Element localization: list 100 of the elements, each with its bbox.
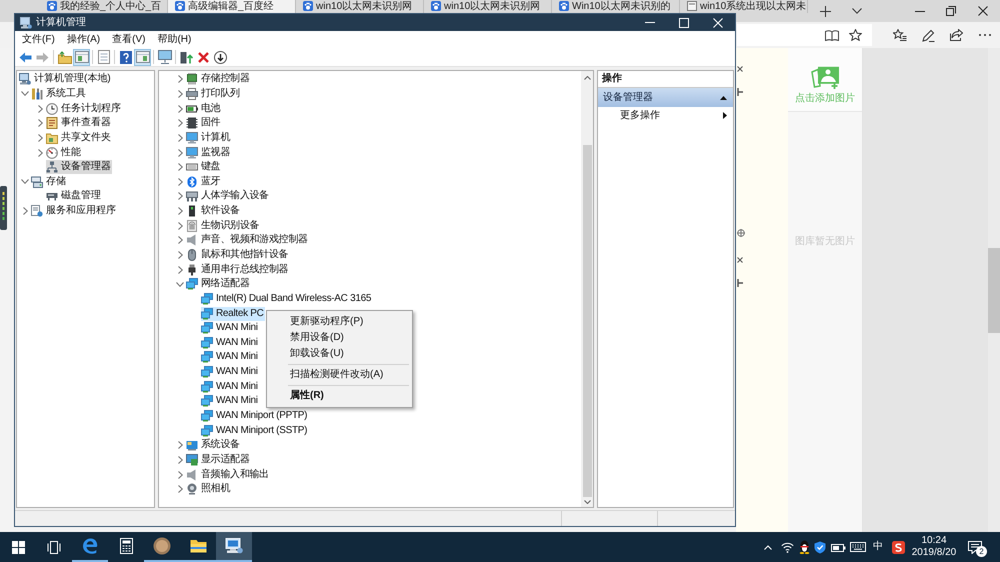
- tree-item[interactable]: 固件: [186, 116, 222, 130]
- toolbar-button[interactable]: [117, 48, 134, 66]
- keyboard-icon[interactable]: [850, 542, 866, 552]
- tree-item[interactable]: 系统工具: [31, 86, 87, 101]
- tree-item[interactable]: 显示适配器: [186, 452, 251, 467]
- menu-item[interactable]: 文件(F): [16, 31, 61, 48]
- chevron-right-icon[interactable]: [38, 104, 42, 113]
- battery-icon[interactable]: [830, 542, 846, 552]
- tree-item[interactable]: WAN Mini: [201, 394, 259, 408]
- chevron-right-icon[interactable]: [178, 441, 182, 450]
- chevron-right-icon[interactable]: [38, 134, 42, 142]
- clock-button[interactable]: 10:24 2019/8/20: [908, 532, 960, 562]
- tree-item[interactable]: 共享文件夹: [46, 130, 112, 145]
- tree-item[interactable]: 键盘: [186, 160, 222, 174]
- scroll-up-icon[interactable]: [584, 76, 590, 80]
- chevron-right-icon[interactable]: [38, 148, 42, 157]
- chevron-right-icon[interactable]: [38, 119, 42, 128]
- chevron-right-icon[interactable]: [178, 470, 182, 479]
- book-icon[interactable]: [825, 30, 839, 40]
- tree-item[interactable]: Realtek PC: [201, 306, 265, 321]
- tree-item[interactable]: 打印队列: [186, 86, 241, 101]
- shield-icon[interactable]: [814, 540, 826, 554]
- chevron-right-icon[interactable]: [178, 266, 182, 274]
- tree-item[interactable]: WAN Miniport (PPTP): [201, 409, 308, 424]
- tree-item[interactable]: Intel(R) Dual Band Wireless-AC 3165: [201, 292, 372, 306]
- tree-item[interactable]: WAN Mini: [201, 365, 259, 380]
- tree-item[interactable]: WAN Mini: [201, 321, 259, 336]
- action-item[interactable]: 更多操作: [598, 107, 733, 124]
- browser-tab[interactable]: 高级编辑器_百度经: [168, 0, 296, 13]
- tree-item[interactable]: 音频输入和输出: [186, 468, 270, 482]
- chevron-right-icon[interactable]: [178, 134, 182, 142]
- chevron-right-icon[interactable]: [178, 251, 182, 259]
- scrollbar-thumb[interactable]: [582, 145, 592, 497]
- chevron-right-icon[interactable]: [22, 207, 28, 216]
- tree-item[interactable]: 系统设备: [186, 438, 241, 452]
- chevron-right-icon[interactable]: [178, 104, 182, 113]
- star-icon[interactable]: [849, 29, 862, 41]
- chevron-down-icon[interactable]: [176, 282, 184, 287]
- caret-up-icon[interactable]: [720, 96, 727, 100]
- tree-item[interactable]: 软件设备: [186, 204, 241, 218]
- context-menu-item[interactable]: 卸载设备(U): [267, 346, 412, 362]
- tree-item[interactable]: 存储控制器: [186, 72, 251, 86]
- tree-item[interactable]: WAN Miniport (SSTP): [201, 424, 308, 438]
- tree-item[interactable]: 事件查看器: [46, 116, 112, 130]
- tree-item[interactable]: 网络适配器: [186, 277, 251, 292]
- tree-item[interactable]: 监视器: [186, 146, 232, 160]
- scrollbar-thumb[interactable]: [988, 248, 1000, 333]
- tree-item[interactable]: 鼠标和其他指针设备: [186, 248, 290, 262]
- address-field[interactable]: [737, 24, 872, 46]
- menu-item[interactable]: 帮助(H): [151, 31, 198, 48]
- tree-item[interactable]: 磁盘管理: [46, 189, 102, 204]
- tree-item[interactable]: 计算机管理(本地): [19, 72, 112, 86]
- tree-item[interactable]: WAN Mini: [201, 380, 259, 394]
- tree-item[interactable]: 存储: [31, 174, 67, 189]
- chevron-up-icon[interactable]: [764, 544, 772, 550]
- action-section-header[interactable]: 设备管理器: [598, 88, 733, 107]
- tree-item[interactable]: 计算机: [186, 130, 232, 145]
- scrollbar-track[interactable]: [581, 71, 593, 507]
- penguin-icon[interactable]: [798, 540, 810, 554]
- tree-item[interactable]: 通用串行总线控制器: [186, 262, 290, 277]
- tree-item[interactable]: 性能: [46, 146, 82, 160]
- menu-item[interactable]: 操作(A): [60, 31, 106, 48]
- context-menu-item[interactable]: 禁用设备(D): [267, 330, 412, 346]
- tree-item[interactable]: 设备管理器: [46, 160, 112, 174]
- tree-item[interactable]: 蓝牙: [186, 174, 222, 189]
- chevron-right-icon[interactable]: [178, 207, 182, 216]
- chevron-down-icon[interactable]: [21, 179, 29, 184]
- input-method-indicator[interactable]: 中: [868, 532, 888, 562]
- tree-item[interactable]: 人体学输入设备: [186, 189, 270, 204]
- context-menu-item[interactable]: 更新驱动程序(P): [267, 314, 412, 330]
- scroll-down-icon[interactable]: [584, 500, 590, 504]
- context-menu-item[interactable]: 扫描检测硬件改动(A): [267, 367, 412, 383]
- taskbar-app-button[interactable]: [216, 532, 252, 562]
- context-menu-item[interactable]: 属性(R): [267, 388, 412, 404]
- tree-item[interactable]: 任务计划程序: [46, 102, 122, 116]
- tree-item[interactable]: 服务和应用程序: [31, 204, 117, 218]
- chevron-right-icon[interactable]: [178, 236, 182, 244]
- tree-item[interactable]: 生物识别设备: [186, 218, 260, 233]
- wifi-icon[interactable]: [780, 542, 794, 552]
- chevron-right-icon[interactable]: [178, 192, 182, 200]
- tree-item[interactable]: 声音、视频和游戏控制器: [186, 233, 309, 248]
- input-method-icon[interactable]: [892, 540, 904, 554]
- scrollbar-track[interactable]: [988, 48, 1000, 532]
- chevron-right-icon[interactable]: [178, 148, 182, 157]
- chevron-right-icon[interactable]: [178, 178, 182, 186]
- tree-item[interactable]: WAN Mini: [201, 336, 259, 350]
- chevron-right-icon[interactable]: [178, 456, 182, 464]
- tree-item[interactable]: WAN Mini: [201, 350, 259, 364]
- tree-item[interactable]: 电池: [186, 102, 222, 116]
- chevron-right-icon[interactable]: [178, 75, 182, 84]
- menu-item[interactable]: 查看(V): [106, 31, 152, 48]
- chevron-right-icon[interactable]: [178, 163, 182, 172]
- chevron-right-icon[interactable]: [178, 119, 182, 128]
- toolbar-button[interactable]: [212, 48, 229, 66]
- tree-item[interactable]: 照相机: [186, 482, 232, 496]
- chevron-right-icon[interactable]: [178, 222, 182, 230]
- chevron-right-icon[interactable]: [178, 485, 182, 494]
- notification-button[interactable]: 2: [960, 532, 990, 562]
- chevron-down-icon[interactable]: [21, 91, 29, 96]
- chevron-right-icon[interactable]: [178, 90, 182, 98]
